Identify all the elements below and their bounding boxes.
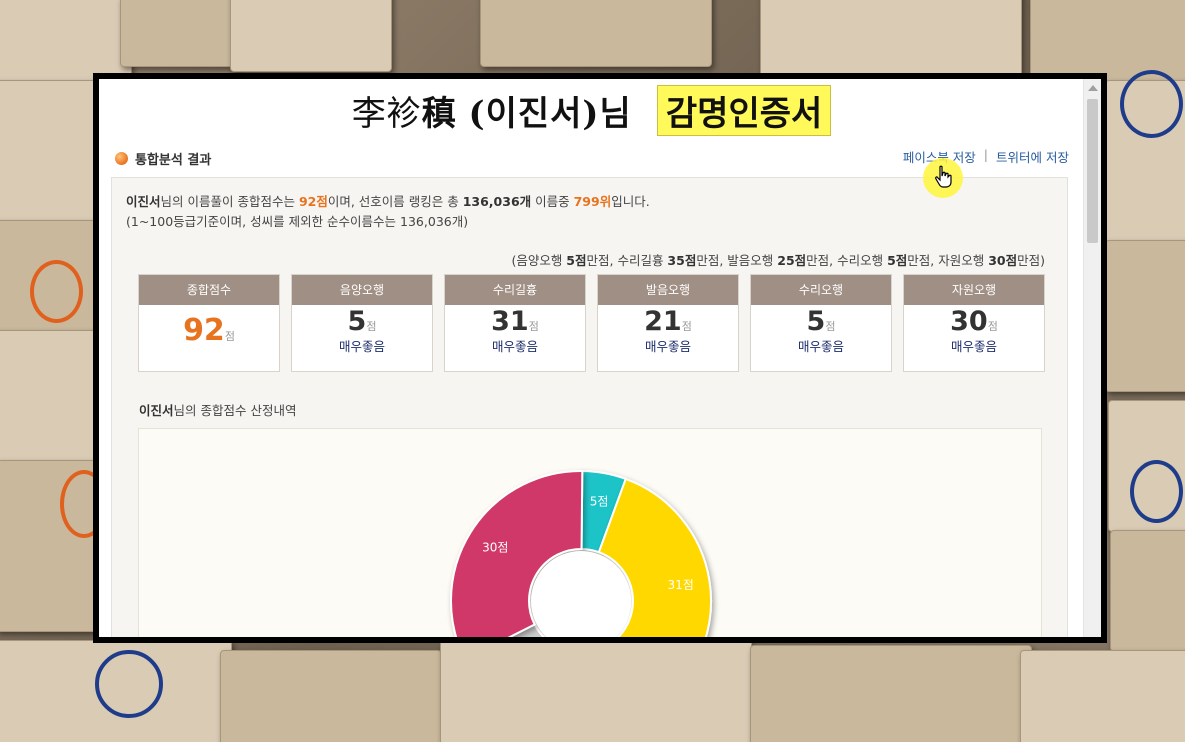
summary-text-part: 님의 이름풀이 종합점수는: [160, 194, 299, 209]
donut-label-1: 31점: [668, 578, 694, 592]
donut-label-4: 30점: [482, 541, 508, 555]
scroll-thumb[interactable]: [1087, 99, 1098, 243]
card-score: 5: [347, 306, 367, 337]
max-note-value: 5점: [887, 253, 908, 268]
card-grade: 매우좋음: [797, 339, 844, 354]
card-label: 수리길흉: [445, 275, 585, 305]
card-score: 92: [183, 313, 225, 348]
summary-name: 이진서: [126, 194, 161, 209]
breakdown-heading: 이진서님의 종합점수 산정내역: [139, 400, 296, 419]
page-title: 李袗稹 (이진서)님 감명인증서: [99, 85, 1084, 141]
score-card-yinyang: 음양오행 5점매우좋음: [291, 274, 433, 372]
summary-score: 92점: [298, 194, 328, 209]
summary-text-part: 입니다.: [611, 194, 650, 209]
card-score: 30: [950, 306, 988, 337]
card-label: 종합점수: [139, 275, 279, 305]
card-grade: 매우좋음: [491, 339, 538, 354]
card-grade: 매우좋음: [644, 339, 691, 354]
max-note-value: 35점: [667, 253, 697, 268]
max-note-part: 만점): [1017, 253, 1045, 268]
breakdown-text: 님의 종합점수 산정내역: [173, 403, 297, 418]
hand-cursor-icon: [935, 165, 952, 188]
card-unit: 점: [528, 320, 539, 333]
bullet-icon: [115, 151, 128, 165]
screenshot-frame: 李袗稹 (이진서)님 감명인증서 통합분석 결과 페이스북 저장 | 트위터에 …: [93, 73, 1107, 643]
donut-chart: 5점 31점 30점: [450, 469, 712, 637]
summary-text: 이진서님의 이름풀이 종합점수는 92점이며, 선호이름 랭킹은 총 136,0…: [126, 192, 650, 232]
vertical-scrollbar[interactable]: [1083, 79, 1101, 637]
section-header: 통합분석 결과: [115, 147, 211, 169]
donut-label-0: 5점: [590, 495, 609, 509]
certificate-badge: 감명인증서: [656, 85, 832, 136]
result-panel: 이진서님의 이름풀이 종합점수는 92점이며, 선호이름 랭킹은 총 136,0…: [111, 177, 1068, 637]
card-score: 31: [491, 306, 529, 337]
card-unit: 점: [366, 320, 377, 333]
max-note-part: (음양오행: [511, 253, 567, 268]
summary-text-part: 이름중: [531, 194, 574, 209]
summary-text-part: 이며, 선호이름 랭킹은 총: [327, 194, 463, 209]
score-card-suri-ohang: 수리오행 5점매우좋음: [750, 274, 892, 372]
card-label: 수리오행: [751, 275, 891, 305]
section-title: 통합분석 결과: [135, 152, 212, 168]
donut-chart-area: 5점 31점 30점: [138, 428, 1042, 637]
card-score: 5: [806, 306, 826, 337]
summary-note: (1~100등급기준이며, 성씨를 제외한 순수이름수는 136,036개): [126, 214, 469, 229]
card-unit: 점: [987, 320, 998, 333]
card-score: 21: [644, 306, 682, 337]
browser-content: 李袗稹 (이진서)님 감명인증서 통합분석 결과 페이스북 저장 | 트위터에 …: [99, 79, 1101, 637]
card-unit: 점: [681, 320, 692, 333]
max-note-part: 만점, 수리오행: [806, 253, 888, 268]
title-korean: (이진서)님: [468, 94, 632, 134]
title-hanja: 李袗: [351, 94, 422, 134]
max-score-note: (음양오행 5점만점, 수리길흉 35점만점, 발음오행 25점만점, 수리오행…: [511, 250, 1045, 269]
breakdown-name: 이진서: [139, 403, 174, 418]
card-unit: 점: [825, 320, 836, 333]
summary-rank: 799위: [573, 194, 612, 209]
card-label: 음양오행: [292, 275, 432, 305]
separator: |: [983, 147, 989, 162]
score-cards: 종합점수 92점 음양오행 5점 매우좋음 수리길흉 31점 매우좋음 발음오행 2…: [138, 274, 1045, 372]
score-card-jawon: 자원오행 30점매우좋음: [903, 274, 1045, 372]
max-note-value: 25점: [777, 253, 807, 268]
scroll-up-arrow-icon[interactable]: [1088, 85, 1098, 91]
card-label: 자원오행: [904, 275, 1044, 305]
title-hanja-bold: 稹: [421, 94, 457, 134]
max-note-part: 만점, 발음오행: [696, 253, 778, 268]
score-card-suri-gilhyung: 수리길흉 31점매우좋음: [444, 274, 586, 372]
max-note-part: 만점, 수리길흉: [586, 253, 668, 268]
name-title: 李袗稹 (이진서)님: [352, 86, 632, 135]
max-note-value: 30점: [988, 253, 1018, 268]
score-card-pronunciation: 발음오행 21점매우좋음: [597, 274, 739, 372]
twitter-save-link[interactable]: 트위터에 저장: [996, 147, 1069, 166]
score-card-total: 종합점수 92점: [138, 274, 280, 372]
max-note-part: 만점, 자원오행: [907, 253, 989, 268]
card-unit: 점: [224, 330, 235, 343]
card-grade: 매우좋음: [338, 339, 385, 354]
donut-hole: [531, 551, 631, 637]
card-label: 발음오행: [598, 275, 738, 305]
summary-total: 136,036개: [462, 194, 532, 209]
max-note-value: 5점: [566, 253, 587, 268]
card-grade: 매우좋음: [950, 339, 997, 354]
